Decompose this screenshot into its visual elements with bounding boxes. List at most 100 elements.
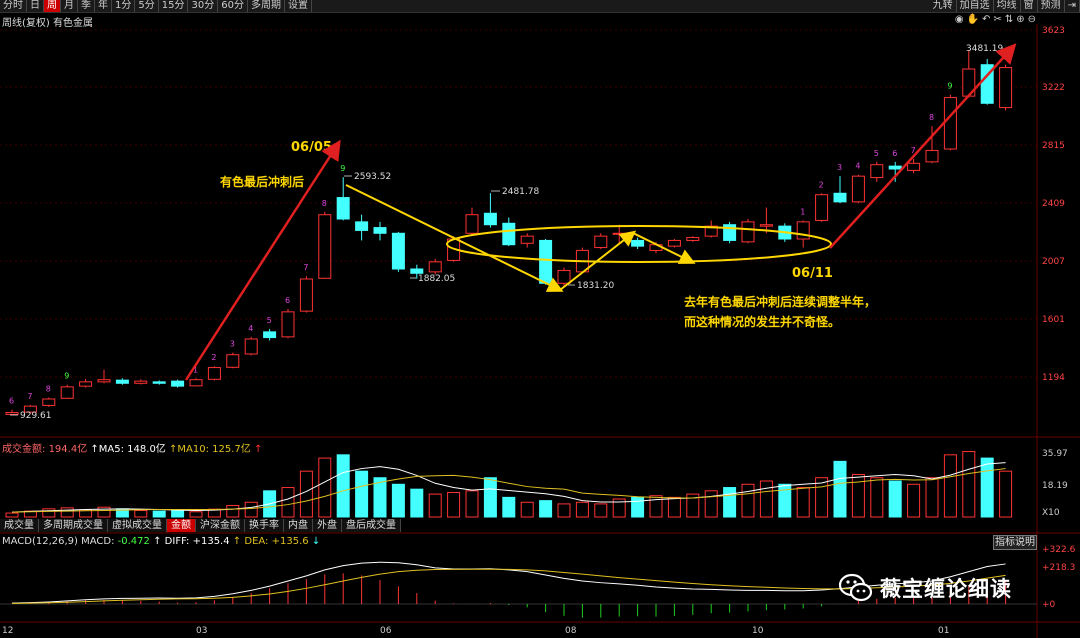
price-tick: 1194 — [1042, 373, 1065, 383]
tab-multi-period-volume[interactable]: 多周期成交量 — [39, 519, 108, 532]
volume-header: 成交金额: 194.4亿 ↑MA5: 148.0亿 ↑MA10: 125.7亿 … — [2, 440, 262, 455]
tab-nine-turn[interactable]: 九转 — [930, 0, 957, 12]
volume-bars — [5, 451, 1013, 518]
tab-add-watchlist[interactable]: 加自选 — [957, 0, 994, 12]
candle-body — [23, 405, 37, 413]
tab-forecast[interactable]: 预测 — [1038, 0, 1065, 12]
candle-body — [888, 165, 902, 170]
diff-label: ↑ DIFF: +135.4 — [153, 536, 230, 547]
candle-body — [410, 268, 424, 274]
volume-bar — [520, 501, 534, 518]
candle-body — [428, 261, 442, 273]
candle-body — [870, 164, 884, 179]
high-label: 3481.19 — [966, 44, 1003, 54]
nine-turn-count: 9 — [340, 164, 345, 173]
tab-15min[interactable]: 15分 — [159, 0, 189, 12]
tab-volume[interactable]: 成交量 — [0, 519, 39, 532]
hand-icon[interactable]: ✋ — [967, 14, 979, 25]
volume-bar — [723, 487, 737, 518]
nine-turn-count: 7 — [27, 392, 32, 401]
volume-bar — [152, 510, 166, 518]
nine-turn-count: 9 — [947, 82, 952, 91]
nine-turn-count: 1 — [193, 365, 198, 374]
collapse-icon[interactable]: ⇥ — [1065, 0, 1080, 12]
tab-5min[interactable]: 5分 — [135, 0, 159, 12]
rally-arrow-2 — [829, 43, 1017, 249]
volume-bar — [207, 508, 221, 518]
candle-body — [907, 162, 921, 171]
tab-year[interactable]: 年 — [95, 0, 112, 12]
candle-body — [925, 149, 939, 163]
volume-bar — [391, 483, 405, 518]
watermark: 薇宝缠论细读 — [838, 573, 1012, 603]
volume-bar — [741, 483, 755, 518]
zoom-in-icon[interactable]: ⊕ — [1016, 14, 1024, 25]
tab-outer[interactable]: 外盘 — [313, 519, 342, 532]
volume-bar — [815, 477, 829, 518]
tab-turnover[interactable]: 换手率 — [245, 519, 284, 532]
tab-quarter[interactable]: 季 — [78, 0, 95, 12]
decline-arrow — [345, 184, 564, 292]
candle-body — [649, 244, 663, 251]
tab-multi-period[interactable]: 多周期 — [248, 0, 285, 12]
volume-bar — [888, 480, 902, 518]
candle-body — [336, 197, 350, 220]
macd-tick: +0 — [1042, 600, 1056, 610]
macd-header: MACD(12,26,9) MACD: -0.472 ↑ DIFF: +135.… — [2, 536, 320, 547]
candle-body — [391, 232, 405, 270]
tab-intraday[interactable]: 分时 — [0, 0, 27, 12]
tab-30min[interactable]: 30分 — [188, 0, 219, 12]
volume-bar — [759, 480, 773, 518]
indicator-guide-button[interactable]: 指标说明 — [993, 535, 1037, 550]
macd-tick: +322.6 — [1042, 545, 1076, 555]
candle-body — [999, 67, 1013, 109]
volume-bar — [134, 509, 148, 518]
undo-icon[interactable]: ↶ — [982, 14, 990, 25]
price-tick: 3222 — [1042, 83, 1065, 93]
ma10-label-text: MA10: — [177, 444, 213, 455]
tab-after-hours[interactable]: 盘后成交量 — [342, 519, 401, 532]
nine-turn-count: 5 — [874, 149, 879, 158]
nine-turn-count: 6 — [892, 149, 897, 158]
tab-window[interactable]: 窗 — [1021, 0, 1038, 12]
candle-body — [557, 269, 571, 284]
nine-turn-count: 2 — [211, 353, 216, 362]
tab-settings[interactable]: 设置 — [285, 0, 312, 12]
tab-hs-amount[interactable]: 沪深金额 — [196, 519, 245, 532]
scissors-icon[interactable]: ✂ — [993, 14, 1001, 25]
eye-icon[interactable]: ◉ — [955, 14, 964, 25]
compare-icon[interactable]: ⇅ — [1005, 14, 1013, 25]
tab-week[interactable]: 周 — [44, 0, 61, 12]
zoom-out-icon[interactable]: ⊖ — [1028, 14, 1036, 25]
volume-bar — [115, 508, 129, 518]
volume-tick: X10 — [1042, 508, 1060, 518]
candle-body — [833, 192, 847, 203]
volume-bar — [42, 508, 56, 518]
candlestick-series: 6 7 8 9 1 2 3 4 5 6 7 8 9 1 2 3 4 5 6 7 8 9 — [5, 50, 1013, 416]
tab-inner[interactable]: 内盘 — [284, 519, 313, 532]
nine-turn-count: 2 — [819, 180, 824, 189]
tab-day[interactable]: 日 — [27, 0, 44, 12]
chart-tools: ◉ ✋ ↶ ✂ ⇅ ⊕ ⊖ — [955, 14, 1036, 25]
volume-bar — [851, 473, 865, 518]
tab-amount[interactable]: 金额 — [167, 519, 196, 532]
nine-turn-count: 8 — [929, 113, 934, 122]
tab-moving-average[interactable]: 均线 — [994, 0, 1021, 12]
price-tick: 2007 — [1042, 257, 1065, 267]
candle-body — [667, 239, 681, 247]
volume-bar — [355, 470, 369, 518]
high-label: 2593.52 — [354, 172, 391, 182]
tab-60min[interactable]: 60分 — [218, 0, 248, 12]
volume-bar — [281, 487, 295, 518]
candle-body — [612, 232, 626, 235]
diff-label-text: DIFF: — [161, 536, 193, 547]
candle-body — [594, 235, 608, 249]
nine-turn-count: 4 — [248, 324, 253, 333]
tab-virtual-volume[interactable]: 虚拟成交量 — [108, 519, 167, 532]
date-tick: 01 — [938, 626, 949, 636]
ma5-line — [11, 462, 1006, 513]
candle-body — [980, 64, 994, 104]
tab-month[interactable]: 月 — [61, 0, 78, 12]
volume-bar — [373, 477, 387, 518]
tab-1min[interactable]: 1分 — [112, 0, 136, 12]
